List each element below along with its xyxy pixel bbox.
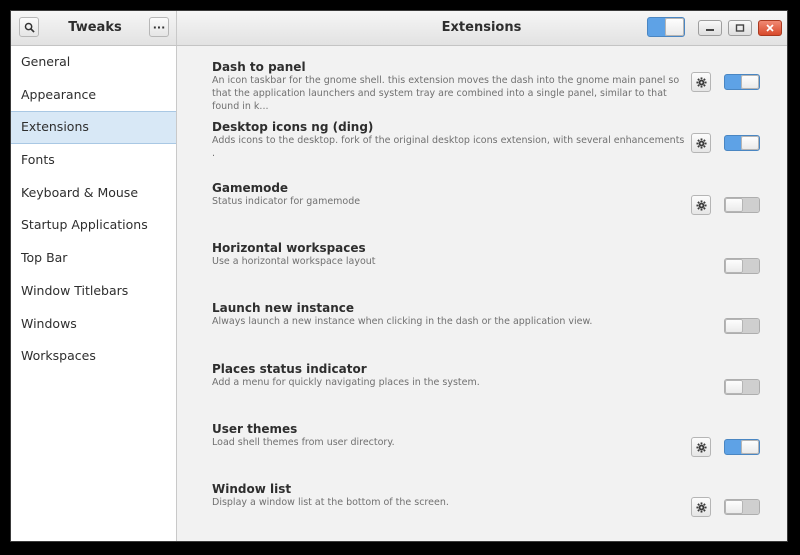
extension-row: Dash to panel An icon taskbar for the gno…	[177, 52, 787, 112]
extension-settings-button[interactable]	[691, 133, 711, 153]
extension-toggle[interactable]	[724, 135, 760, 151]
extension-description: Always launch a new instance when clicki…	[212, 316, 593, 327]
extension-title: Launch new instance	[212, 301, 355, 315]
extension-description: Display a window list at the bottom of t…	[212, 497, 449, 508]
gear-icon	[695, 441, 707, 453]
close-icon	[766, 24, 774, 32]
maximize-icon	[735, 24, 745, 32]
extension-title: Dash to panel	[212, 60, 306, 74]
sidebar-item-window-titlebars[interactable]: Window Titlebars	[11, 275, 176, 308]
toggle-knob	[725, 198, 743, 212]
close-button[interactable]	[758, 20, 782, 36]
toggle-knob	[725, 259, 743, 273]
extension-toggle[interactable]	[724, 197, 760, 213]
extension-title: Desktop icons ng (ding)	[212, 120, 374, 134]
extension-row: Desktop icons ng (ding) Adds icons to the…	[177, 112, 787, 168]
extension-title: Window list	[212, 482, 292, 496]
page-title: Extensions	[441, 20, 522, 35]
extension-row: Gamemode Status indicator for gamemode	[177, 173, 787, 229]
sidebar-item-keyboard-mouse[interactable]: Keyboard & Mouse	[11, 177, 176, 210]
sidebar-item-workspaces[interactable]: Workspaces	[11, 340, 176, 373]
extension-description: Add a menu for quickly navigating places…	[212, 377, 480, 388]
sidebar: General Appearance Extensions Fonts Keyboard…	[11, 46, 177, 541]
extension-settings-button[interactable]	[691, 437, 711, 457]
extension-description: Use a horizontal workspace layout	[212, 256, 376, 267]
gear-icon	[695, 137, 707, 149]
extension-title: Places status indicator	[212, 362, 367, 376]
minimize-icon	[706, 29, 714, 31]
extension-description: Adds icons to the desktop. fork of the o…	[212, 135, 685, 159]
sidebar-item-startup-applications[interactable]: Startup Applications	[11, 209, 176, 242]
minimize-button[interactable]	[698, 20, 722, 36]
search-icon	[24, 22, 35, 33]
extension-description: An icon taskbar for the gnome shell. thi…	[212, 75, 680, 112]
toggle-knob	[741, 75, 759, 89]
master-toggle[interactable]	[647, 17, 685, 37]
menu-button[interactable]: ···	[149, 17, 169, 37]
extension-toggle[interactable]	[724, 379, 760, 395]
extension-title: Gamemode	[212, 181, 289, 195]
more-icon: ···	[152, 20, 166, 34]
extension-toggle[interactable]	[724, 258, 760, 274]
maximize-button[interactable]	[728, 20, 752, 36]
sidebar-item-general[interactable]: General	[11, 46, 176, 79]
toggle-knob	[741, 136, 759, 150]
sidebar-header: Tweaks ···	[11, 11, 177, 45]
extension-row: Horizontal workspaces Use a horizontal wo…	[177, 233, 787, 289]
extension-settings-button[interactable]	[691, 497, 711, 517]
extension-description: Load shell themes from user directory.	[212, 437, 395, 448]
sidebar-item-windows[interactable]: Windows	[11, 308, 176, 341]
toggle-knob	[725, 319, 743, 333]
gear-icon	[695, 199, 707, 211]
toggle-knob	[725, 500, 743, 514]
extension-title: User themes	[212, 422, 298, 436]
extension-settings-button[interactable]	[691, 72, 711, 92]
extension-toggle[interactable]	[724, 74, 760, 90]
extension-toggle[interactable]	[724, 439, 760, 455]
extension-row: Launch new instance Always launch a new i…	[177, 293, 787, 349]
titlebar: Tweaks ··· Extensions	[11, 11, 787, 46]
sidebar-item-appearance[interactable]: Appearance	[11, 79, 176, 112]
extension-row: User themes Load shell themes from user d…	[177, 414, 787, 470]
extension-row: Places status indicator Add a menu for qu…	[177, 354, 787, 410]
tweaks-window: Tweaks ··· Extensions General Appearance E…	[10, 10, 788, 542]
sidebar-title: Tweaks	[68, 20, 122, 35]
search-button[interactable]	[19, 17, 39, 37]
extension-row: Window list Display a window list at the …	[177, 474, 787, 530]
extension-settings-button[interactable]	[691, 195, 711, 215]
extensions-list: Dash to panel An icon taskbar for the gno…	[177, 46, 787, 541]
sidebar-item-extensions[interactable]: Extensions	[11, 111, 176, 145]
toggle-knob	[665, 18, 684, 36]
extension-toggle[interactable]	[724, 499, 760, 515]
extension-toggle[interactable]	[724, 318, 760, 334]
extension-title: Horizontal workspaces	[212, 241, 366, 255]
gear-icon	[695, 501, 707, 513]
sidebar-item-top-bar[interactable]: Top Bar	[11, 242, 176, 275]
toggle-knob	[741, 440, 759, 454]
toggle-knob	[725, 380, 743, 394]
extension-description: Status indicator for gamemode	[212, 196, 361, 207]
gear-icon	[695, 76, 707, 88]
extensions-master-switch[interactable]	[647, 17, 685, 37]
sidebar-item-fonts[interactable]: Fonts	[11, 144, 176, 177]
